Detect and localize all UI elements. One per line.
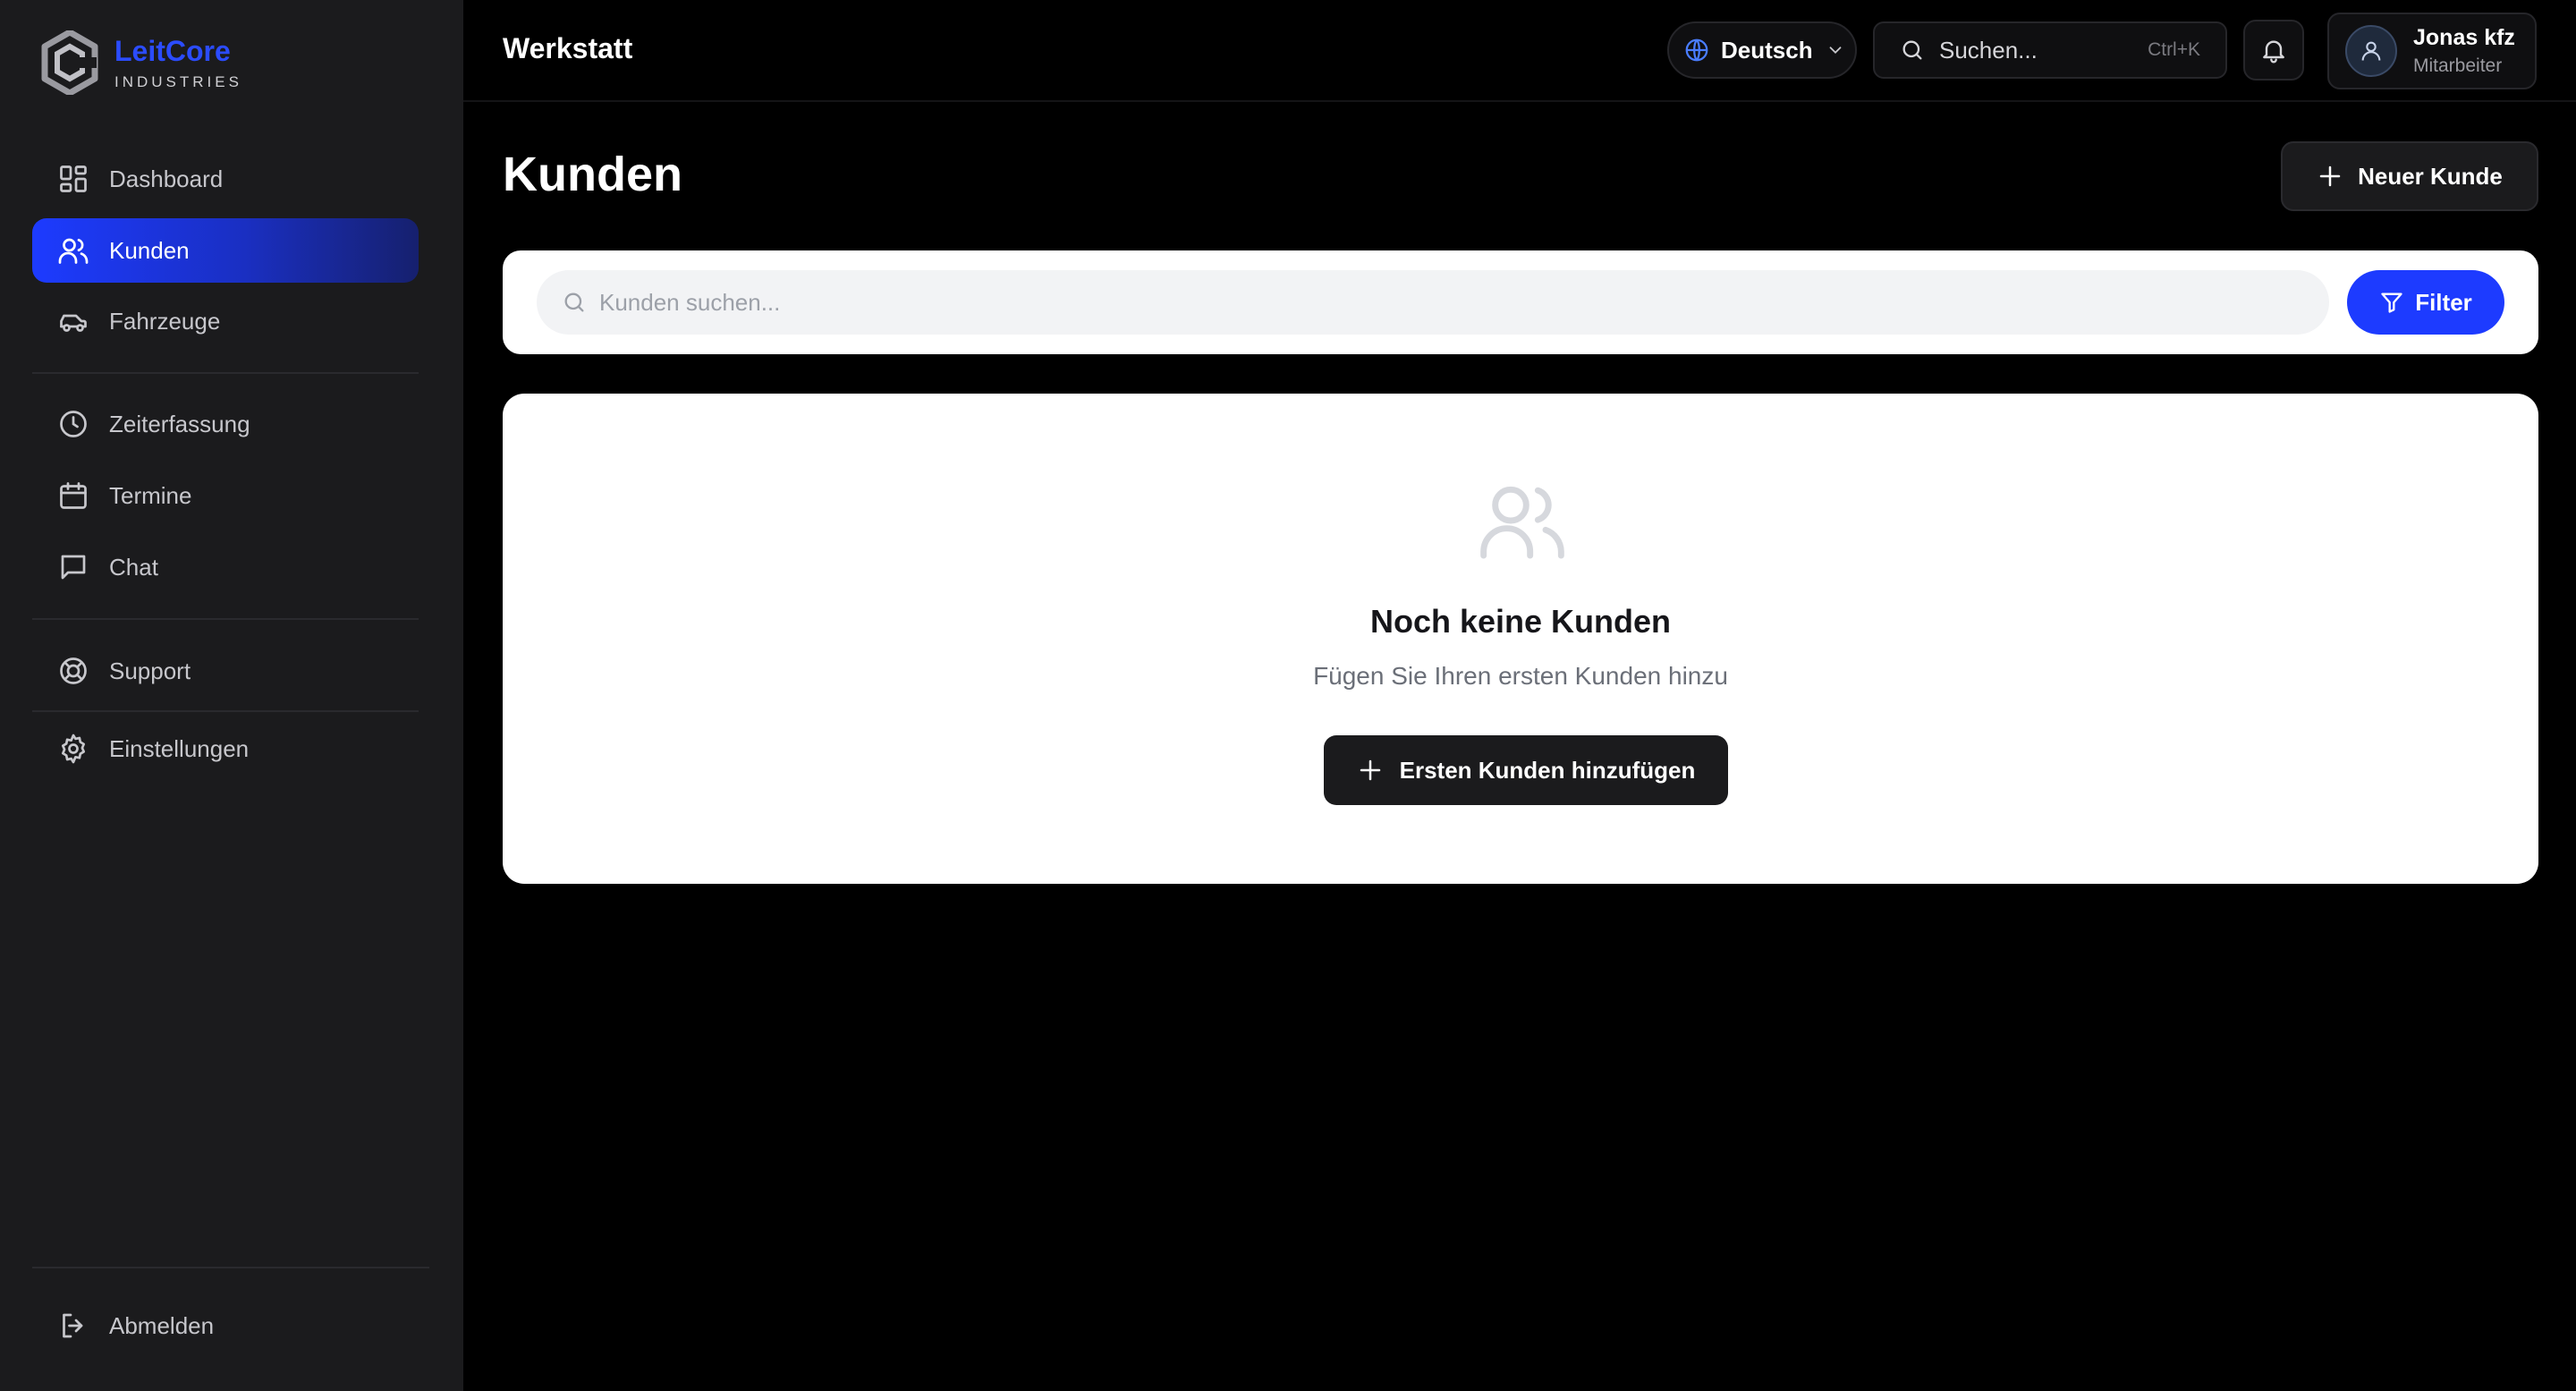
user-role: Mitarbeiter [2413, 55, 2503, 77]
sidebar-item-label: Chat [109, 553, 158, 581]
sidebar-item-label: Einstellungen [109, 734, 250, 762]
language-label: Deutsch [1721, 36, 1813, 64]
new-customer-label: Neuer Kunde [2358, 162, 2503, 190]
bell-icon [2263, 40, 2284, 64]
sidebar-item-chat[interactable]: Chat [32, 535, 419, 599]
chevron-down-icon [1829, 47, 1841, 55]
add-first-customer-button[interactable]: Ersten Kunden hinzufügen [1324, 735, 1728, 805]
workspace-title: Werkstatt [503, 32, 633, 64]
sidebar-item-kunden[interactable]: Kunden [32, 218, 419, 283]
sidebar-divider [32, 618, 419, 620]
sidebar-item-dashboard[interactable]: Dashboard [32, 147, 419, 211]
sidebar-divider [32, 372, 419, 374]
users-icon [1480, 486, 1564, 559]
plus-icon [1360, 759, 1380, 781]
gear-icon [61, 734, 86, 764]
sidebar: LeitCore INDUSTRIES Dashboard Kunden Fah… [0, 0, 463, 1391]
user-menu[interactable]: Jonas kfz Mitarbeiter [2327, 13, 2537, 89]
global-search-placeholder: Suchen... [1939, 36, 2038, 64]
filter-icon [2381, 293, 2402, 313]
sidebar-divider [32, 1267, 429, 1268]
search-icon [1902, 40, 1922, 60]
leitcore-logo-icon [41, 30, 98, 95]
filter-button[interactable]: Filter [2347, 270, 2504, 335]
logout-label: Abmelden [109, 1311, 215, 1339]
avatar [2345, 25, 2397, 77]
global-search[interactable]: Suchen... Ctrl+K [1873, 21, 2227, 79]
empty-state-title: Noch keine Kunden [1369, 603, 1672, 640]
dashboard-icon [60, 165, 87, 192]
sidebar-item-label: Termine [109, 481, 192, 509]
notifications-button[interactable] [2243, 20, 2304, 81]
calendar-icon [60, 482, 87, 509]
sidebar-divider [32, 710, 419, 712]
brand[interactable]: LeitCore INDUSTRIES [41, 30, 242, 95]
sidebar-item-termine[interactable]: Termine [32, 463, 419, 528]
brand-subtitle: INDUSTRIES [114, 72, 242, 90]
customer-search-bar: Filter [503, 250, 2538, 354]
sidebar-item-label: Zeiterfassung [109, 410, 250, 437]
search-shortcut: Ctrl+K [2148, 39, 2200, 60]
add-first-customer-label: Ersten Kunden hinzufügen [1399, 756, 1696, 784]
sidebar-item-label: Dashboard [109, 165, 224, 192]
lifebuoy-icon [60, 657, 87, 684]
plus-icon [2319, 165, 2341, 187]
page-title: Kunden [503, 148, 682, 201]
empty-state-card: Noch keine Kunden Fügen Sie Ihren ersten… [503, 394, 2538, 884]
sidebar-item-support[interactable]: Support [32, 639, 419, 703]
chat-icon [61, 555, 86, 580]
logout-button[interactable]: Abmelden [32, 1293, 419, 1358]
sidebar-item-einstellungen[interactable]: Einstellungen [32, 717, 419, 781]
sidebar-item-fahrzeuge[interactable]: Fahrzeuge [32, 289, 419, 353]
sidebar-item-zeiterfassung[interactable]: Zeiterfassung [32, 392, 419, 456]
globe-icon [1685, 38, 1708, 62]
sidebar-item-label: Fahrzeuge [109, 307, 221, 335]
logout-icon [63, 1313, 83, 1338]
user-name: Jonas kfz [2413, 24, 2515, 50]
brand-name: LeitCore [114, 34, 231, 67]
customer-search-input[interactable] [599, 288, 2299, 317]
user-icon [2361, 41, 2381, 61]
app-root: LeitCore INDUSTRIES Dashboard Kunden Fah… [0, 0, 2576, 1391]
sidebar-item-label: Kunden [109, 236, 190, 264]
topbar: Werkstatt Deutsch Suchen... Ctrl+K Jonas… [463, 0, 2576, 102]
car-icon [60, 314, 87, 332]
language-select[interactable]: Deutsch [1667, 21, 1857, 79]
new-customer-button[interactable]: Neuer Kunde [2281, 141, 2538, 211]
main-content: Werkstatt Deutsch Suchen... Ctrl+K Jonas… [463, 0, 2576, 1391]
sidebar-item-label: Support [109, 657, 191, 684]
search-icon [564, 293, 584, 312]
users-icon [58, 238, 89, 264]
customer-search-field[interactable] [537, 270, 2329, 335]
clock-icon [60, 411, 87, 437]
empty-state-subtitle: Fügen Sie Ihren ersten Kunden hinzu [1313, 662, 1728, 690]
filter-label: Filter [2415, 288, 2472, 316]
